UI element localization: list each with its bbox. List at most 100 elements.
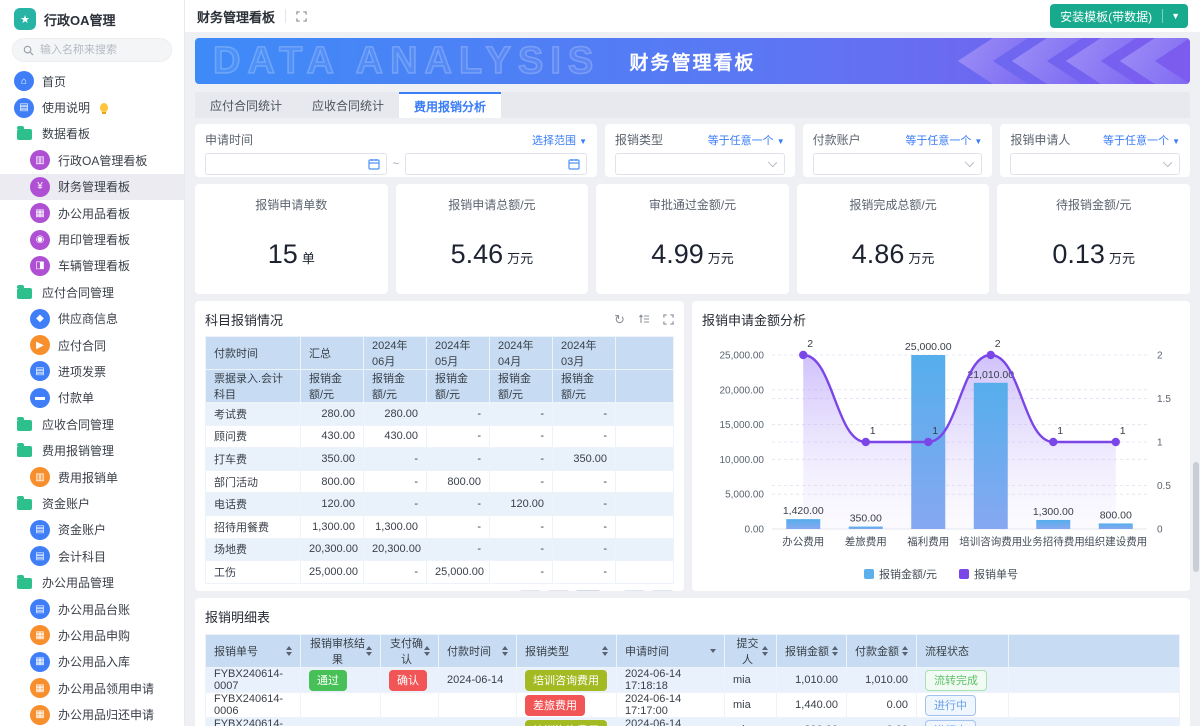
amount-cell: - — [427, 403, 490, 426]
middle-row: 科目报销情况 ↻ 付款时间汇总2024年06月2024年05月2024年04月2… — [195, 301, 1190, 591]
topbar-tab-label[interactable]: 财务管理看板 — [197, 7, 275, 26]
sidebar-item-supplier-9[interactable]: ◆供应商信息 — [0, 306, 184, 332]
sidebar-item-manual-1[interactable]: ▤使用说明 — [0, 94, 184, 120]
applicant-select[interactable] — [1010, 153, 1180, 175]
column-header-sortable[interactable]: 提交人 — [725, 635, 777, 668]
amount-cell: 20,300.00 — [364, 538, 427, 561]
filter-operator-dropdown[interactable]: 等于任意一个 ▼ — [708, 132, 785, 148]
sidebar-item-folder-13[interactable]: 应收合同管理 — [0, 411, 184, 437]
tab-0[interactable]: 应付合同统计 — [195, 92, 297, 118]
first-page-button[interactable]: |< — [519, 590, 542, 591]
sidebar-item-seal-dashboard-6[interactable]: ◉用印管理看板 — [0, 226, 184, 252]
sort-icon[interactable] — [366, 646, 372, 656]
svg-text:25,000.00: 25,000.00 — [905, 341, 952, 353]
end-date-field[interactable] — [406, 154, 586, 174]
filter-operator-dropdown[interactable]: 选择范围 ▼ — [532, 132, 587, 148]
last-page-button[interactable]: >| — [651, 590, 674, 591]
column-header-sortable[interactable]: 支付确认 — [381, 635, 439, 668]
filter-row: 申请时间 选择范围 ▼ ~ — [195, 124, 1190, 177]
sort-icon[interactable] — [902, 646, 908, 656]
search-input[interactable] — [40, 44, 161, 56]
column-header-sortable[interactable]: 报销审核结果 — [301, 635, 381, 668]
sidebar-item-payable-contract-10[interactable]: ▶应付合同 — [0, 332, 184, 358]
text-cell: 0.00 — [847, 718, 917, 726]
amount-cell: - — [364, 493, 427, 516]
sidebar-item-finance-dashboard-4[interactable]: ¥财务管理看板 — [0, 174, 184, 200]
install-template-button[interactable]: 安装模板(带数据) ▼ — [1050, 4, 1188, 28]
tab-1[interactable]: 应收合同统计 — [297, 92, 399, 118]
sidebar-item-folder-2[interactable]: 数据看板 — [0, 121, 184, 147]
sidebar-item-expense-form-15[interactable]: ▥费用报销单 — [0, 464, 184, 490]
home-icon: ⌂ — [14, 71, 34, 91]
sidebar-item-folder-8[interactable]: 应付合同管理 — [0, 279, 184, 305]
sidebar-item-supplies-dashboard-5[interactable]: ▦办公用品看板 — [0, 200, 184, 226]
fullscreen-icon[interactable] — [296, 11, 307, 22]
sort-icon[interactable] — [832, 646, 838, 656]
column-settings-icon[interactable] — [638, 313, 650, 325]
prev-page-button[interactable]: < — [547, 590, 570, 591]
tab-2[interactable]: 费用报销分析 — [399, 92, 501, 118]
sort-icon[interactable] — [502, 646, 508, 656]
main-area: 财务管理看板 安装模板(带数据) ▼ DATA ANALYSIS 财务管理看板 … — [185, 0, 1200, 726]
payment-account-select[interactable] — [813, 153, 983, 175]
start-date-input[interactable] — [205, 153, 387, 175]
sidebar-item-fund-account-17[interactable]: ▤资金账户 — [0, 517, 184, 543]
sidebar-item-vehicle-dashboard-7[interactable]: ◨车辆管理看板 — [0, 253, 184, 279]
subject-name-cell: 考试费 — [206, 403, 301, 426]
bar-5 — [1099, 523, 1133, 529]
sidebar-item-ledger-20[interactable]: ▤办公用品台账 — [0, 596, 184, 622]
filter-apply-time: 申请时间 选择范围 ▼ ~ — [195, 124, 597, 177]
sidebar-item-payment-12[interactable]: ▬付款单 — [0, 385, 184, 411]
sort-icon[interactable] — [424, 646, 430, 656]
sidebar-item-home-0[interactable]: ⌂首页 — [0, 68, 184, 94]
amount-cell: 350.00 — [553, 448, 616, 471]
sort-desc-icon[interactable] — [710, 649, 716, 653]
sidebar-item-accounting-subject-18[interactable]: ▤会计科目 — [0, 543, 184, 569]
scrollbar-thumb[interactable] — [1193, 462, 1199, 572]
next-page-button[interactable]: > — [623, 590, 646, 591]
column-header-sortable[interactable]: 付款金额 — [847, 635, 917, 668]
sidebar-item-folder-16[interactable]: 资金账户 — [0, 490, 184, 516]
amount-cell: - — [553, 515, 616, 538]
text-cell: 2024-06-14 17:17:00 — [617, 693, 725, 718]
sidebar-item-requisition-23[interactable]: ▦办公用品领用申请 — [0, 675, 184, 701]
refresh-icon[interactable]: ↻ — [614, 313, 625, 326]
sort-icon[interactable] — [762, 646, 768, 656]
end-date-input[interactable] — [405, 153, 587, 175]
sidebar-item-return-request-24[interactable]: ▦办公用品归还申请 — [0, 701, 184, 726]
svg-text:1: 1 — [1157, 438, 1163, 449]
status-badge: 培训咨询费用 — [525, 670, 607, 691]
legend-item[interactable]: 报销单号 — [959, 566, 1018, 582]
expand-icon[interactable] — [663, 314, 674, 325]
table-row: 招待用餐费1,300.001,300.00--- — [206, 515, 674, 538]
column-header-sortable[interactable]: 报销金额 — [777, 635, 847, 668]
dashboard-content: DATA ANALYSIS 财务管理看板 应付合同统计应收合同统计费用报销分析 … — [185, 32, 1200, 726]
column-header-sortable[interactable]: 流程状态 — [917, 635, 1009, 668]
svg-text:10,000.00: 10,000.00 — [720, 455, 765, 466]
amount-cell: 800.00 — [301, 470, 364, 493]
column-header-sortable[interactable]: 报销类型 — [517, 635, 617, 668]
legend-item[interactable]: 报销金额/元 — [864, 566, 937, 582]
filler-header — [616, 337, 674, 370]
current-page-input[interactable]: 1 — [575, 590, 601, 591]
filter-operator-dropdown[interactable]: 等于任意一个 ▼ — [1103, 132, 1180, 148]
sort-icon[interactable] — [286, 646, 292, 656]
sidebar-item-folder-19[interactable]: 办公用品管理 — [0, 569, 184, 595]
sidebar-item-purchase-21[interactable]: ▦办公用品申购 — [0, 622, 184, 648]
filter-operator-dropdown[interactable]: 等于任意一个 ▼ — [905, 132, 982, 148]
column-header-sortable[interactable]: 申请时间 — [617, 635, 725, 668]
filter-expense-type: 报销类型 等于任意一个 ▼ — [605, 124, 795, 177]
sidebar-search[interactable] — [12, 38, 172, 62]
column-header-sortable[interactable]: 付款时间 — [439, 635, 517, 668]
expense-type-select[interactable] — [615, 153, 785, 175]
sidebar-item-inbound-22[interactable]: ▦办公用品入库 — [0, 649, 184, 675]
chevron-down-icon[interactable]: ▼ — [1163, 11, 1188, 21]
sidebar-item-invoice-11[interactable]: ▤进项发票 — [0, 358, 184, 384]
sidebar-item-folder-14[interactable]: 费用报销管理 — [0, 437, 184, 463]
start-date-field[interactable] — [206, 154, 386, 174]
sidebar-item-oa-dashboard-3[interactable]: ▥行政OA管理看板 — [0, 147, 184, 173]
column-header-sortable[interactable]: 报销单号 — [206, 635, 301, 668]
table-row: 顾问费430.00430.00--- — [206, 425, 674, 448]
sort-icon[interactable] — [602, 646, 608, 656]
sidebar-item-label: 行政OA管理看板 — [58, 152, 147, 169]
